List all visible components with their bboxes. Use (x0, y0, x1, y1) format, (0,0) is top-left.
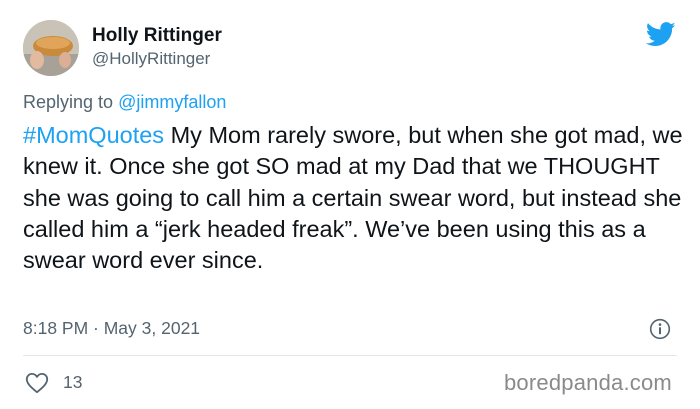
author-name[interactable]: Holly Rittinger (92, 25, 222, 47)
hashtag-link[interactable]: #MomQuotes (23, 122, 164, 148)
twitter-bird-icon[interactable] (645, 22, 676, 47)
avatar[interactable] (23, 20, 79, 76)
tweet-timestamp[interactable]: 8:18 PM · May 3, 2021 (23, 318, 200, 339)
reply-prefix: Replying to (23, 92, 114, 112)
info-icon[interactable] (649, 318, 671, 340)
tweet-card: Holly Rittinger @HollyRittinger Replying… (0, 0, 700, 409)
author-handle[interactable]: @HollyRittinger (92, 49, 210, 69)
heart-icon[interactable] (25, 372, 49, 394)
watermark: boredpanda.com (504, 370, 672, 395)
divider (23, 355, 677, 356)
tweet-text: #MomQuotes My Mom rarely swore, but when… (23, 120, 683, 276)
like-count: 13 (63, 372, 83, 392)
reply-mention-link[interactable]: @jimmyfallon (118, 92, 226, 112)
reply-context: Replying to @jimmyfallon (23, 92, 226, 113)
